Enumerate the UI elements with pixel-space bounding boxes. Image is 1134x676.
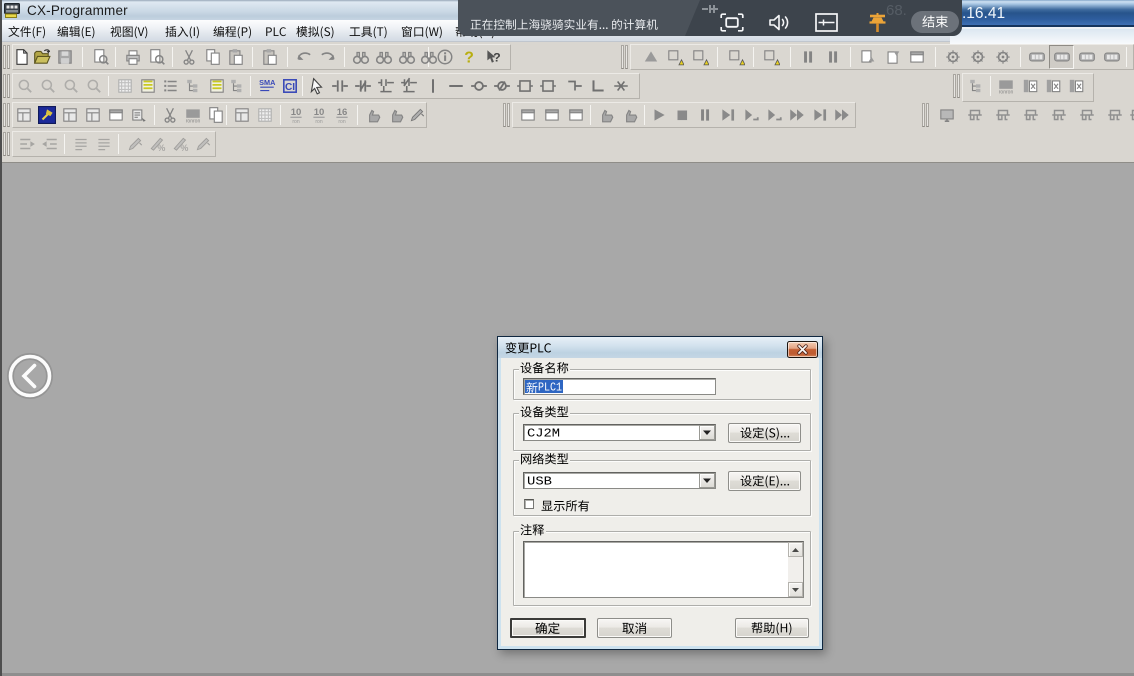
svg-text:?: ? bbox=[493, 51, 501, 65]
svg-text:10: 10 bbox=[291, 107, 302, 118]
svg-text:%: % bbox=[157, 143, 165, 153]
svg-text:CI: CI bbox=[285, 82, 295, 93]
svg-text:USB: USB bbox=[527, 475, 552, 488]
svg-text:ron: ron bbox=[292, 119, 299, 124]
svg-text:10: 10 bbox=[314, 107, 325, 118]
svg-text:ronron: ronron bbox=[186, 118, 201, 124]
svg-text:CJ2M: CJ2M bbox=[527, 427, 560, 440]
svg-text:ron: ron bbox=[338, 119, 345, 124]
svg-text:16: 16 bbox=[337, 107, 348, 118]
svg-text:%: % bbox=[180, 143, 188, 153]
svg-text:PLC1: PLC1 bbox=[538, 381, 562, 394]
svg-text:SMA: SMA bbox=[259, 78, 276, 87]
svg-text:ron: ron bbox=[315, 119, 322, 124]
svg-text:?: ? bbox=[464, 50, 474, 66]
svg-text:ronron: ronron bbox=[999, 89, 1014, 95]
